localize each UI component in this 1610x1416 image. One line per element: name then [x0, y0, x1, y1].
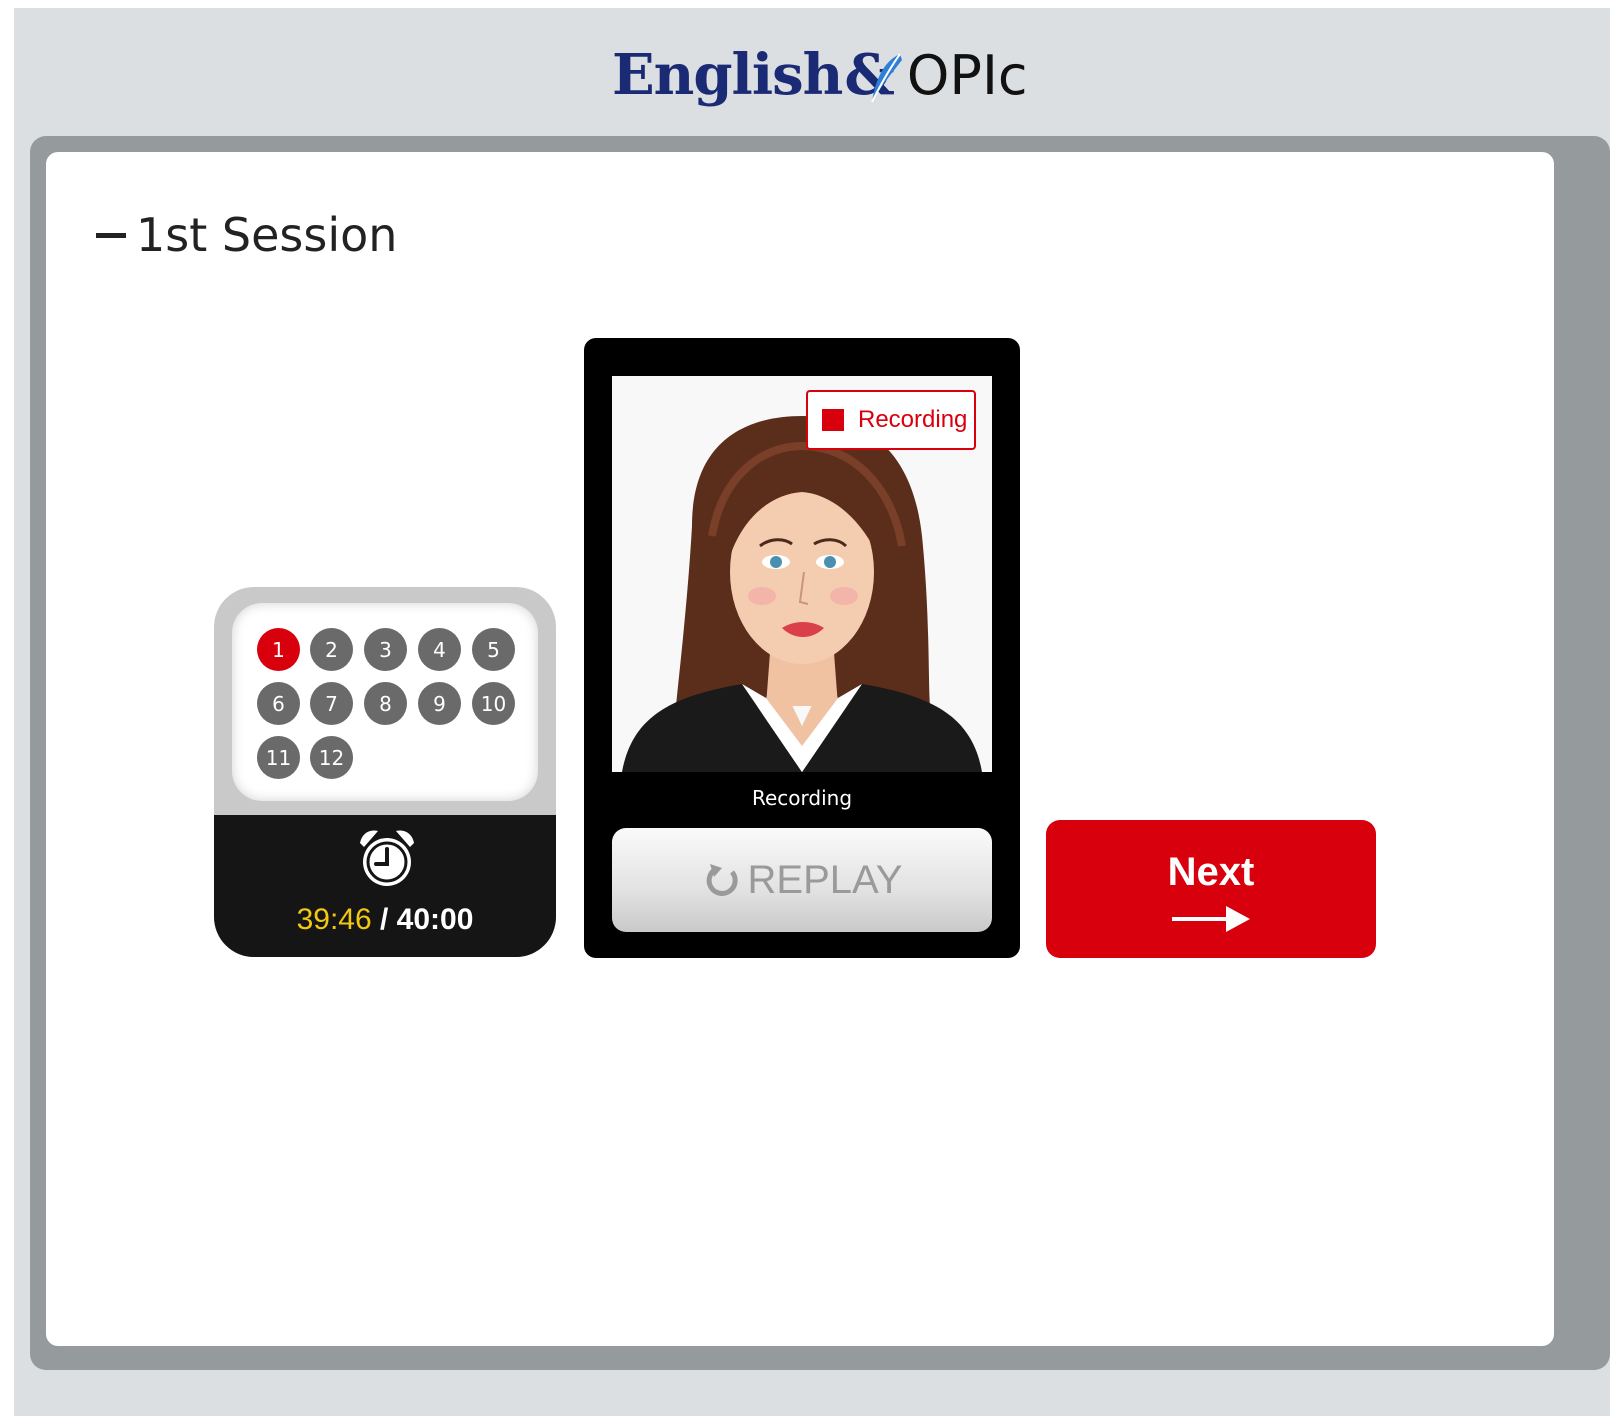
question-grid: 1 2 3 4 5 6 7 8 9 10 11 12 [232, 603, 538, 801]
next-button[interactable]: Next [1046, 820, 1376, 958]
logo-product: OPIc [906, 43, 1028, 107]
next-label: Next [1167, 850, 1255, 894]
recording-status: Recording [751, 786, 853, 810]
alarm-clock-icon [360, 830, 414, 886]
header: English & OPIc [14, 8, 1610, 136]
feather-icon [871, 53, 903, 103]
content-frame: 1st Session 1 2 3 4 5 6 7 8 9 10 11 12 3… [30, 136, 1610, 1370]
question-dot: 6 [257, 682, 300, 725]
logo-brand: English [612, 42, 843, 108]
logo: English & OPIc [612, 32, 1028, 118]
logo-ampersand: & [844, 42, 903, 108]
dash-icon [96, 232, 126, 238]
main-panel: 1st Session 1 2 3 4 5 6 7 8 9 10 11 12 3… [46, 152, 1554, 1346]
question-dot: 5 [472, 628, 515, 671]
question-dot: 3 [364, 628, 407, 671]
recording-badge-label: Recording [858, 406, 968, 433]
timer-elapsed: 39:46 [296, 903, 372, 936]
question-dot: 8 [364, 682, 407, 725]
app-window: English & OPIc 1st Session 1 2 3 4 5 6 7… [14, 8, 1610, 1416]
timer-readout: 39:46 / 40:00 [214, 903, 556, 937]
video-card: Recording Recording REPLAY [584, 338, 1020, 958]
avatar-video: Recording [612, 376, 992, 772]
session-title: 1st Session [96, 208, 397, 262]
progress-card: 1 2 3 4 5 6 7 8 9 10 11 12 39:46 / 40:00 [214, 587, 556, 957]
timer-area: 39:46 / 40:00 [214, 815, 556, 957]
arrow-right-icon [1172, 906, 1250, 932]
question-dot: 11 [257, 736, 300, 779]
replay-button[interactable]: REPLAY [612, 828, 992, 932]
replay-icon [706, 864, 738, 896]
session-title-text: 1st Session [136, 208, 398, 262]
question-dot: 2 [310, 628, 353, 671]
question-dot: 10 [472, 682, 515, 725]
question-dot: 12 [310, 736, 353, 779]
question-dot: 4 [418, 628, 461, 671]
record-stop-icon [822, 409, 844, 431]
question-dot: 7 [310, 682, 353, 725]
question-dot-current: 1 [257, 628, 300, 671]
timer-separator: / [371, 903, 397, 936]
replay-label: REPLAY [747, 857, 903, 902]
recording-badge: Recording [806, 390, 976, 450]
question-dot: 9 [418, 682, 461, 725]
timer-total: 40:00 [396, 903, 474, 936]
